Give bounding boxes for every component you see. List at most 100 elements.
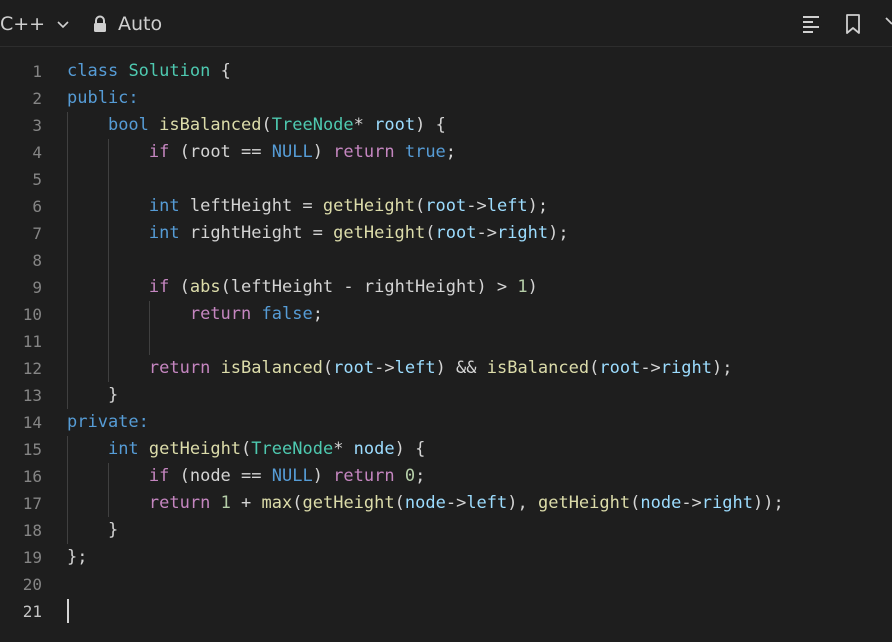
code-line[interactable]: 2 public: <box>0 85 892 112</box>
code-line[interactable]: 1 class Solution { <box>0 58 892 85</box>
code-line[interactable]: 10 return false; <box>0 301 892 328</box>
code-token: NULL <box>271 142 313 162</box>
more-icon[interactable] <box>882 12 892 36</box>
code-text: int leftHeight = getHeight(root->left); <box>67 193 548 220</box>
code-token: ) <box>312 142 334 162</box>
code-token: int <box>148 196 180 216</box>
code-token: TreeNode <box>271 115 354 135</box>
format-icon[interactable] <box>800 12 824 36</box>
code-token: isBalanced <box>220 358 323 378</box>
code-text: return 1 + max(getHeight(node->left), ge… <box>67 490 784 517</box>
code-line[interactable]: 9 if (abs(leftHeight - rightHeight) > 1) <box>0 274 892 301</box>
code-text: if (abs(leftHeight - rightHeight) > 1) <box>67 274 538 301</box>
code-token: return <box>333 142 395 162</box>
code-line[interactable]: 11 <box>0 328 892 355</box>
code-token: ( <box>425 223 436 243</box>
code-line[interactable]: 12 return isBalanced(root->left) && isBa… <box>0 355 892 382</box>
line-number: 8 <box>32 251 42 270</box>
line-number: 12 <box>22 359 42 378</box>
code-line[interactable]: 17 return 1 + max(getHeight(node->left),… <box>0 490 892 517</box>
code-editor[interactable]: 1 class Solution {2 public: 3 bool isBalanc… <box>0 58 892 642</box>
code-token: ( <box>261 115 272 135</box>
code-token: root <box>435 223 477 243</box>
line-number: 6 <box>32 197 42 216</box>
code-line[interactable]: 21 <box>0 598 892 625</box>
code-token: node <box>353 439 395 459</box>
code-token: ; <box>445 142 457 162</box>
code-line[interactable]: 5 <box>0 166 892 193</box>
line-number: 13 <box>22 386 42 405</box>
code-token: getHeight <box>302 493 395 513</box>
code-line[interactable]: 15 int getHeight(TreeNode* node) { <box>0 436 892 463</box>
code-token: if <box>148 466 170 486</box>
code-token: } <box>67 520 119 540</box>
indent-guide <box>108 139 109 382</box>
line-number: 14 <box>22 413 42 432</box>
code-token: * <box>353 115 375 135</box>
code-token: leftHeight = <box>179 196 323 216</box>
code-token: private: <box>67 412 149 432</box>
code-token: isBalanced <box>159 115 262 135</box>
code-line[interactable]: 16 if (node == NULL) return 0; <box>0 463 892 490</box>
bookmark-icon[interactable] <box>841 12 865 36</box>
code-line[interactable]: 14 private: <box>0 409 892 436</box>
line-number: 3 <box>32 116 42 135</box>
code-line[interactable]: 8 <box>0 247 892 274</box>
code-token: return <box>333 466 395 486</box>
code-token: -> <box>445 493 467 513</box>
line-number: 4 <box>32 143 42 162</box>
code-text: private: <box>67 409 149 436</box>
code-token: return <box>148 358 211 378</box>
line-number: 2 <box>32 89 42 108</box>
code-token: true <box>404 142 446 162</box>
code-text: class Solution { <box>67 58 231 85</box>
code-token: root <box>333 358 375 378</box>
code-line[interactable]: 13 } <box>0 382 892 409</box>
mode-selector[interactable]: Auto <box>92 11 162 37</box>
language-selector[interactable]: C++ <box>0 11 71 37</box>
indent-guide <box>108 463 109 517</box>
code-token: (leftHeight - rightHeight) > <box>220 277 518 297</box>
code-line[interactable]: 3 bool isBalanced(TreeNode* root) { <box>0 112 892 139</box>
line-number: 9 <box>32 278 42 297</box>
line-number: 21 <box>22 602 42 621</box>
code-token: (node == <box>169 466 272 486</box>
line-number: 11 <box>22 332 42 351</box>
code-token: getHeight <box>148 439 242 459</box>
code-line[interactable]: 20 <box>0 571 892 598</box>
code-token: ( <box>630 493 641 513</box>
code-token: return <box>148 493 211 513</box>
indent-guide <box>67 436 68 544</box>
code-token: node <box>640 493 682 513</box>
code-line[interactable]: 18 } <box>0 517 892 544</box>
code-token: left <box>394 358 436 378</box>
code-token: bool <box>107 115 149 135</box>
code-token: -> <box>466 196 487 216</box>
code-text: public: <box>67 85 139 112</box>
code-token: { <box>210 61 231 81</box>
code-token: } <box>67 385 119 405</box>
code-line[interactable]: 6 int leftHeight = getHeight(root->left)… <box>0 193 892 220</box>
code-token: if <box>148 142 170 162</box>
code-token: class <box>67 61 119 81</box>
code-line[interactable]: 4 if (root == NULL) return true; <box>0 139 892 166</box>
line-number: 1 <box>32 62 42 81</box>
code-token: ( <box>241 439 252 459</box>
code-line[interactable]: 19}; <box>0 544 892 571</box>
code-text: }; <box>67 544 87 571</box>
code-token: -> <box>681 493 702 513</box>
code-token: int <box>107 439 139 459</box>
code-token: (root == <box>169 142 272 162</box>
code-line[interactable]: 7 int rightHeight = getHeight(root->righ… <box>0 220 892 247</box>
code-text: } <box>67 382 118 409</box>
code-token: )); <box>752 493 784 513</box>
code-token: ) <box>312 466 334 486</box>
code-token: ( <box>589 358 600 378</box>
code-token: ) && <box>435 358 487 378</box>
code-token: + <box>230 493 262 513</box>
